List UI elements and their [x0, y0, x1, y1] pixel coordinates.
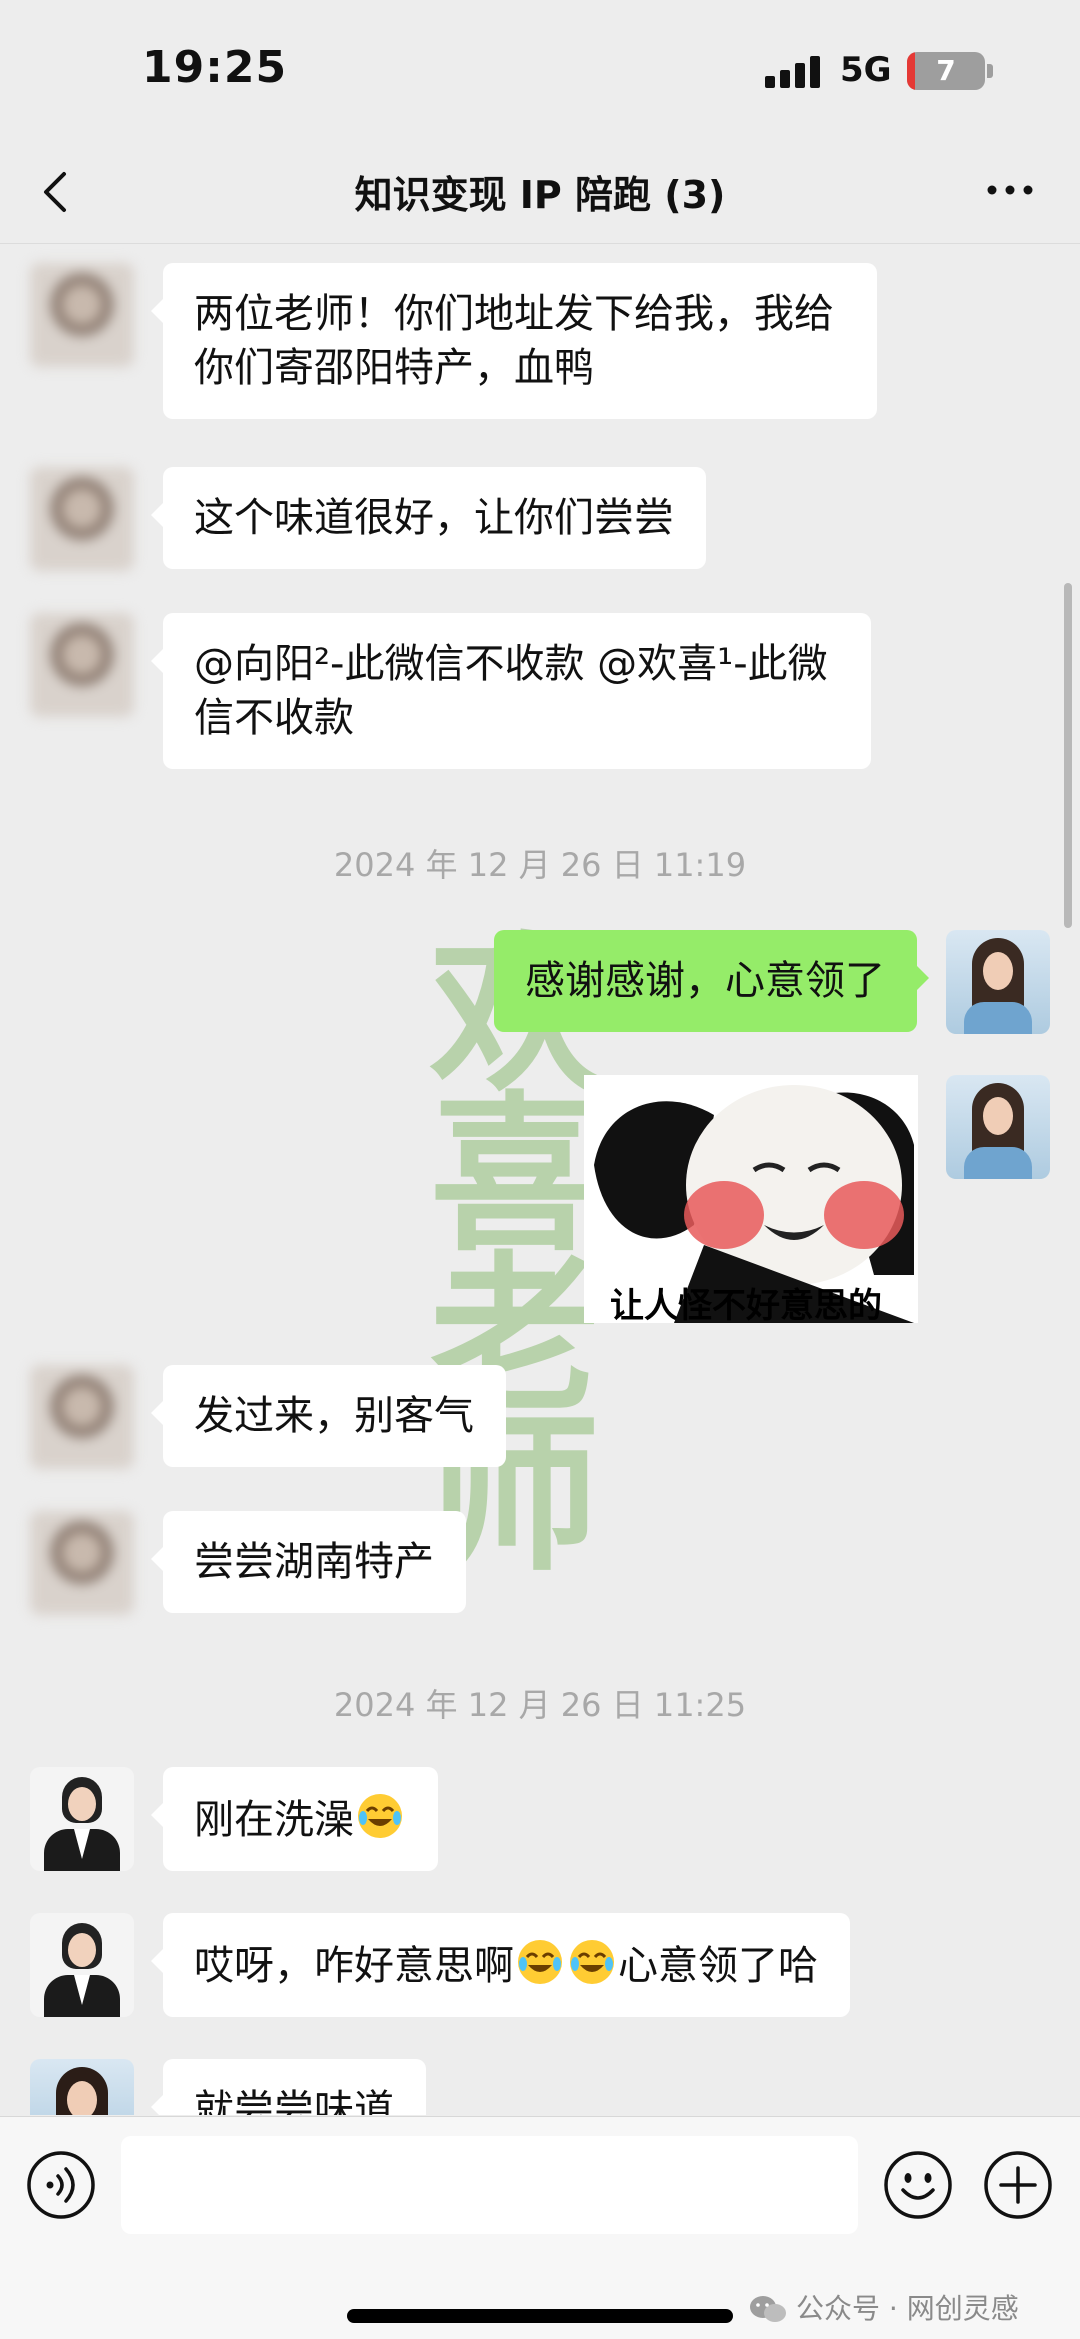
message-bubble[interactable]: 刚在洗澡 — [151, 1767, 438, 1871]
voice-icon[interactable] — [26, 2150, 96, 2220]
avatar[interactable] — [30, 263, 134, 367]
message-list[interactable]: 欢 喜 老 师 两位老师！你们地址发下给我，我给你们寄邵阳特产，血鸭 这个味道很… — [0, 245, 1080, 2115]
sticker-caption: 让人怪不好意思的 — [610, 1286, 882, 1326]
signal-icon — [765, 56, 821, 88]
avatar[interactable] — [30, 467, 134, 571]
message-bubble[interactable]: 尝尝湖南特产 — [151, 1511, 466, 1613]
more-icon[interactable] — [984, 178, 1036, 202]
status-bar: 19:25 5G 7 — [0, 0, 1080, 140]
source-watermark: 公众号 · 网创灵感 — [748, 2287, 1019, 2327]
wechat-icon — [750, 2296, 786, 2322]
battery-level: 7 — [936, 54, 956, 87]
message-bubble[interactable]: 哎呀，咋好意思啊 心意领了哈 — [151, 1913, 850, 2017]
chat-title: 知识变现 IP 陪跑 (3) — [354, 173, 726, 217]
network-type: 5G — [840, 50, 892, 90]
message-bubble[interactable]: 就尝尝味道 — [151, 2059, 426, 2115]
source-text: 公众号 · 网创灵感 — [796, 2292, 1019, 2325]
message-input[interactable] — [121, 2136, 858, 2234]
avatar[interactable] — [30, 1511, 134, 1615]
chat-header: 知识变现 IP 陪跑 (3) — [0, 140, 1080, 244]
message-bubble[interactable]: 两位老师！你们地址发下给我，我给你们寄邵阳特产，血鸭 — [151, 263, 877, 419]
avatar[interactable] — [30, 1767, 134, 1871]
status-time: 19:25 — [142, 42, 288, 93]
message-bubble[interactable]: 这个味道很好，让你们尝尝 — [151, 467, 706, 569]
laughing-emoji-icon — [570, 1940, 614, 1984]
battery-icon: 7 — [907, 52, 985, 90]
message-text: 刚在洗澡 — [194, 1797, 354, 1843]
message-bubble[interactable]: 发过来，别客气 — [151, 1365, 506, 1467]
avatar[interactable] — [30, 2059, 134, 2115]
avatar[interactable] — [946, 1075, 1050, 1179]
scrollbar[interactable] — [1064, 583, 1072, 928]
timestamp: 2024 年 12 月 26 日 11:25 — [333, 1686, 747, 1724]
input-bar: 公众号 · 网创灵感 — [0, 2116, 1080, 2339]
message-bubble[interactable]: @向阳²-此微信不收款 @欢喜¹-此微信不收款 — [151, 613, 871, 769]
battery-cap — [987, 64, 993, 78]
emoji-icon[interactable] — [883, 2150, 953, 2220]
laughing-emoji-icon — [518, 1940, 562, 1984]
laughing-emoji-icon — [358, 1794, 402, 1838]
plus-icon[interactable] — [983, 2150, 1053, 2220]
message-text: 哎呀，咋好意思啊 — [194, 1943, 514, 1989]
timestamp: 2024 年 12 月 26 日 11:19 — [333, 846, 747, 884]
avatar[interactable] — [30, 613, 134, 717]
message-text: 心意领了哈 — [618, 1943, 818, 1989]
avatar[interactable] — [30, 1365, 134, 1469]
home-indicator[interactable] — [347, 2309, 733, 2323]
avatar[interactable] — [946, 930, 1050, 1034]
message-bubble[interactable]: 感谢感谢，心意领了 — [494, 930, 929, 1032]
avatar[interactable] — [30, 1913, 134, 2017]
